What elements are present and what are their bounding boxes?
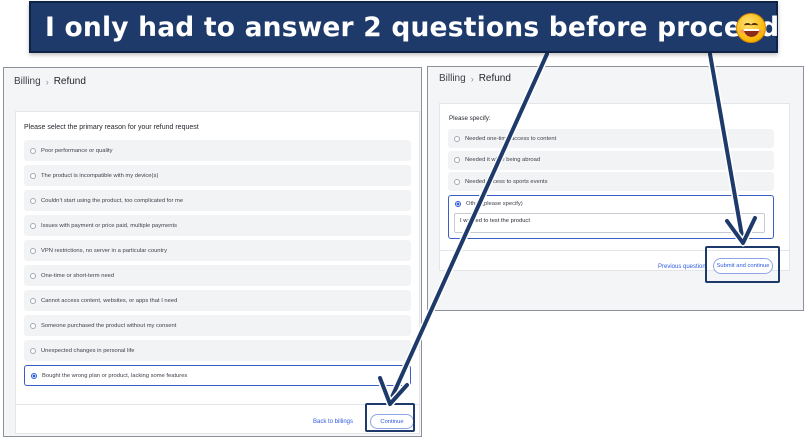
specify-option-label: Needed one-time access to content [465,135,557,142]
reason-option-label: Unexpected changes in personal life [41,347,135,354]
reason-option-label: Cannot access content, websites, or apps… [41,297,178,304]
radio-icon[interactable] [30,297,36,304]
reason-option[interactable]: Couldn’t start using the product, too co… [24,190,411,211]
refund-reason-panel: Billing › Refund Please select the prima… [3,67,422,437]
reason-option-label: One-time or short-term need [41,272,115,279]
breadcrumb-refund: Refund [478,73,511,84]
radio-icon[interactable] [30,347,36,354]
reason-option-label: Someone purchased the product without my… [41,322,177,329]
other-option-header: Other (please specify) [455,201,523,207]
radio-icon[interactable] [30,197,36,204]
breadcrumb-refund: Refund [53,76,86,87]
breadcrumb-billing[interactable]: Billing [14,76,41,87]
reason-option[interactable]: Issues with payment or price paid, multi… [24,215,411,236]
radio-icon[interactable] [30,222,36,229]
radio-icon[interactable] [30,172,36,179]
specify-option-label: Needed access to sports events [465,178,548,185]
reason-option-label: Couldn’t start using the product, too co… [41,197,184,204]
question-title: Please select the primary reason for you… [24,124,199,131]
radio-icon[interactable] [454,135,460,142]
specify-option[interactable]: Needed it while being abroad [448,150,774,170]
breadcrumb: Billing › Refund [439,73,511,84]
reason-option-label: VPN restrictions, no server in a particu… [41,247,167,254]
card-divider [16,404,419,405]
reason-option[interactable]: The product is incompatible with my devi… [24,165,411,186]
other-reason-textarea[interactable]: I wanted to test the product [454,213,765,233]
radio-selected-icon[interactable] [31,372,37,379]
radio-icon[interactable] [30,322,36,329]
reason-option[interactable]: Bought the wrong plan or product, lackin… [24,365,411,386]
specify-option[interactable]: Needed access to sports events [448,172,774,191]
headline-banner: I only had to answer 2 questions before … [29,1,806,53]
reason-option[interactable]: Cannot access content, websites, or apps… [24,290,411,311]
chevron-right-icon: › [45,76,49,87]
radio-icon[interactable] [30,147,36,154]
specify-option[interactable]: Needed one-time access to content [448,129,774,148]
question-title: Please specify: [449,115,491,122]
submit-highlight-box [705,246,780,283]
reason-option[interactable]: Poor performance or quality [24,140,411,161]
reason-option[interactable]: Someone purchased the product without my… [24,315,411,336]
radio-selected-icon[interactable] [455,201,461,207]
other-option[interactable]: Other (please specify) I wanted to test … [448,195,774,239]
reason-option-label: Bought the wrong plan or product, lackin… [42,372,188,379]
reason-option-label: The product is incompatible with my devi… [41,172,159,179]
grinning-face-emoji-icon [736,13,766,43]
other-option-label: Other (please specify) [466,201,523,207]
specify-option-label: Needed it while being abroad [465,157,541,163]
reason-option[interactable]: VPN restrictions, no server in a particu… [24,240,411,261]
banner-text: I only had to answer 2 questions before … [45,11,806,43]
radio-icon[interactable] [454,157,460,163]
radio-icon[interactable] [454,178,460,185]
continue-highlight-box [365,403,415,432]
radio-icon[interactable] [30,272,36,279]
previous-question-link[interactable]: Previous question [658,264,706,270]
reason-option[interactable]: One-time or short-term need [24,265,411,286]
back-to-billings-link[interactable]: Back to billings [313,419,353,425]
radio-icon[interactable] [30,247,36,254]
refund-reason-card: Please select the primary reason for you… [15,111,420,434]
breadcrumb: Billing › Refund [14,76,86,87]
breadcrumb-billing[interactable]: Billing [439,73,466,84]
reason-option-label: Issues with payment or price paid, multi… [41,222,177,229]
chevron-right-icon: › [470,73,474,84]
reason-option[interactable]: Unexpected changes in personal life [24,340,411,361]
reason-option-label: Poor performance or quality [41,147,113,154]
screenshot-composite: Billing › Refund Please select the prima… [0,0,806,439]
